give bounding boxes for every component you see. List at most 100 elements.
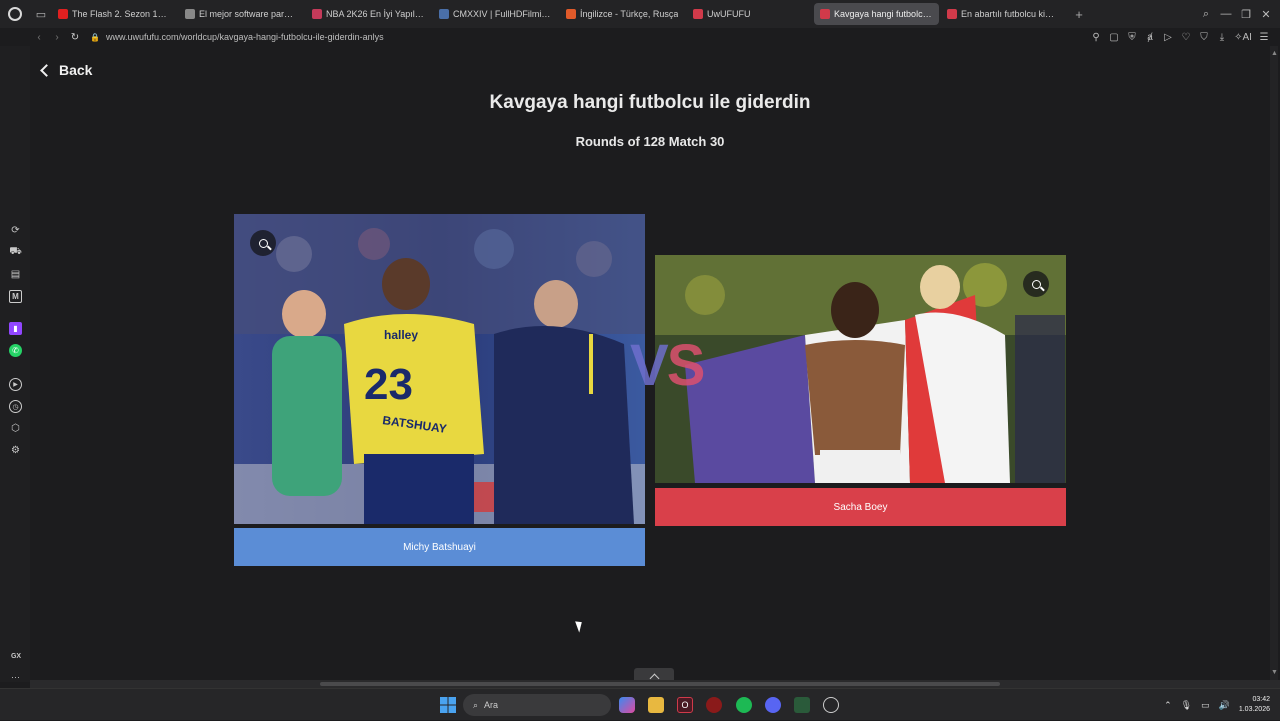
file-explorer-icon[interactable] <box>648 697 664 713</box>
tab-label: UwUFUFU <box>707 9 751 19</box>
tray-overflow-icon[interactable]: ⌃ <box>1164 700 1172 711</box>
snapshot-icon[interactable]: ▢ <box>1108 32 1120 43</box>
microphone-icon[interactable]: 🎙 <box>1181 700 1192 711</box>
opera-gx-logo-icon[interactable] <box>0 0 30 28</box>
browser-tab[interactable]: NBA 2K26 En İyi Yapılar: P <box>306 3 431 25</box>
browser-tab[interactable]: El mejor software para podcast <box>179 3 304 25</box>
twitch-icon[interactable]: ▮ <box>9 322 22 335</box>
translate-icon[interactable]: ⱥ <box>1144 32 1156 43</box>
scroll-down-arrow-icon[interactable]: ▼ <box>1271 669 1278 676</box>
browser-tab[interactable]: En abartılı futbolcu kim? | U <box>941 3 1066 25</box>
close-icon[interactable]: ✕ <box>1258 6 1274 22</box>
address-bar: ‹ › ↻ 🔒 www.uwufufu.com/worldcup/kavgaya… <box>30 28 1280 46</box>
bag-icon[interactable]: ⛟ <box>9 246 22 259</box>
right-player-name: Sacha Boey <box>833 501 888 513</box>
settings-icon[interactable]: ⚙ <box>9 444 22 457</box>
vertical-scrollbar[interactable]: ▲ ▼ <box>1270 46 1278 680</box>
wallet-icon[interactable]: ▤ <box>9 268 22 281</box>
back-nav-icon[interactable]: ‹ <box>30 28 48 46</box>
tab-label: The Flash 2. Sezon 16. Bölüm <box>72 9 171 19</box>
windows-start-icon[interactable] <box>440 697 456 713</box>
zoom-icon <box>258 238 268 248</box>
search-tabs-icon[interactable]: ⌕ <box>1198 6 1214 22</box>
left-choice-card[interactable]: 23 BATSHUAY halley Michy Batshuayi <box>234 214 645 566</box>
browser-tab-bar: ▭ The Flash 2. Sezon 16. Bölüm El mejor s… <box>0 0 1280 28</box>
right-player-button[interactable]: Sacha Boey <box>655 488 1066 526</box>
jersey-number: 23 <box>364 360 413 409</box>
steam-icon[interactable] <box>823 697 839 713</box>
browser-tab[interactable]: İngilizce - Türkçe, Rusça <box>560 3 685 25</box>
restore-icon[interactable]: ❐ <box>1238 6 1254 22</box>
translate-icon <box>566 9 576 19</box>
left-zoom-button[interactable] <box>250 230 276 256</box>
nba-icon <box>312 9 322 19</box>
browser-tab[interactable]: UwUFUFU <box>687 3 812 25</box>
clock[interactable]: 03:42 1.03.2026 <box>1239 695 1270 715</box>
browser-tab[interactable]: Kavgaya hangi futbolcu ile <box>814 3 939 25</box>
right-player-photo[interactable] <box>655 255 1066 483</box>
volume-icon[interactable]: 🔊 <box>1219 700 1230 711</box>
scroll-up-arrow-icon[interactable]: ▲ <box>1271 50 1278 57</box>
favorite-icon[interactable]: ♡ <box>1180 32 1192 43</box>
app-green-icon[interactable] <box>794 697 810 713</box>
page-title: Kavgaya hangi futbolcu ile giderdin <box>489 92 811 113</box>
clock-icon[interactable]: ◷ <box>9 400 22 413</box>
right-zoom-button[interactable] <box>1023 271 1049 297</box>
m-icon[interactable]: M <box>9 290 22 303</box>
uwufufu-icon <box>820 9 830 19</box>
browser-tab[interactable]: The Flash 2. Sezon 16. Bölüm <box>52 3 177 25</box>
system-tray: ⌃ 🎙 ▭ 🔊 03:42 1.03.2026 <box>1164 689 1270 721</box>
workspaces-icon[interactable]: ▭ <box>30 0 52 28</box>
main-content: Back Kavgaya hangi futbolcu ile giderdin… <box>30 46 1270 684</box>
play-icon[interactable]: ▶ <box>9 378 22 391</box>
tab-label: İngilizce - Türkçe, Rusça <box>580 9 679 19</box>
round-info: Rounds of 128 Match 30 <box>575 134 725 149</box>
back-label: Back <box>59 62 93 78</box>
url-text: www.uwufufu.com/worldcup/kavgaya-hangi-f… <box>105 32 384 42</box>
discord-icon[interactable] <box>765 697 781 713</box>
browser-tab[interactable]: CMXXIV | FullHDFilmizle <box>433 3 558 25</box>
forward-nav-icon[interactable]: › <box>48 28 66 46</box>
adblock-icon[interactable]: ⛨ <box>1126 32 1138 43</box>
ai-icon[interactable]: ✧AI <box>1234 32 1252 43</box>
chevron-left-icon <box>40 63 53 77</box>
taskbar-search[interactable]: ⌕ Ara <box>463 694 611 716</box>
tab-label: NBA 2K26 En İyi Yapılar: P <box>326 9 425 19</box>
tab-label: CMXXIV | FullHDFilmizle <box>453 9 552 19</box>
app-red-icon[interactable] <box>706 697 722 713</box>
player-icon[interactable]: ▷ <box>1162 32 1174 43</box>
more-icon[interactable]: ··· <box>9 670 22 683</box>
pin-icon[interactable]: ⚲ <box>1090 32 1102 43</box>
cube-icon[interactable]: ⬡ <box>9 422 22 435</box>
refresh-icon[interactable]: ⟳ <box>9 224 22 237</box>
left-player-button[interactable]: Michy Batshuayi <box>234 528 645 566</box>
zoom-icon <box>1031 279 1041 289</box>
reload-icon[interactable]: ↻ <box>66 28 84 46</box>
download-icon[interactable]: ⤓ <box>1216 32 1228 43</box>
back-button[interactable]: Back <box>40 62 93 78</box>
left-player-photo[interactable]: 23 BATSHUAY halley <box>234 214 645 524</box>
horizontal-scroll-thumb[interactable] <box>320 682 1000 686</box>
uwufufu-icon <box>693 9 703 19</box>
sidebar: ⟳ ⛟ ▤ M ▮ ✆ ▶ ◷ ⬡ ⚙ GX ··· <box>0 46 30 682</box>
vs-label: VS <box>630 333 705 398</box>
copilot-icon[interactable] <box>619 697 635 713</box>
tab-label: En abartılı futbolcu kim? | U <box>961 9 1060 19</box>
spotify-icon[interactable] <box>736 697 752 713</box>
display-icon[interactable]: ▭ <box>1201 700 1210 711</box>
right-choice-card[interactable]: Sacha Boey <box>655 255 1066 526</box>
menu-icon[interactable]: ☰ <box>1258 32 1270 43</box>
minimize-icon[interactable]: — <box>1218 6 1234 22</box>
horizontal-scrollbar[interactable] <box>30 680 1280 688</box>
gx-label[interactable]: GX <box>9 650 23 663</box>
taskbar: ⌕ Ara O ⌃ 🎙 ▭ 🔊 03:42 1.03.2026 <box>0 688 1280 720</box>
left-player-name: Michy Batshuayi <box>403 541 476 553</box>
vpn-icon[interactable]: ⛉ <box>1198 32 1210 43</box>
whatsapp-icon[interactable]: ✆ <box>9 344 22 357</box>
opera-gx-taskbar-icon[interactable]: O <box>677 697 693 713</box>
site-icon <box>185 9 195 19</box>
lock-icon: 🔒 <box>90 32 100 42</box>
new-tab-button[interactable]: + <box>1068 3 1090 25</box>
url-field[interactable]: 🔒 www.uwufufu.com/worldcup/kavgaya-hangi… <box>90 32 384 42</box>
uwufufu-icon <box>947 9 957 19</box>
